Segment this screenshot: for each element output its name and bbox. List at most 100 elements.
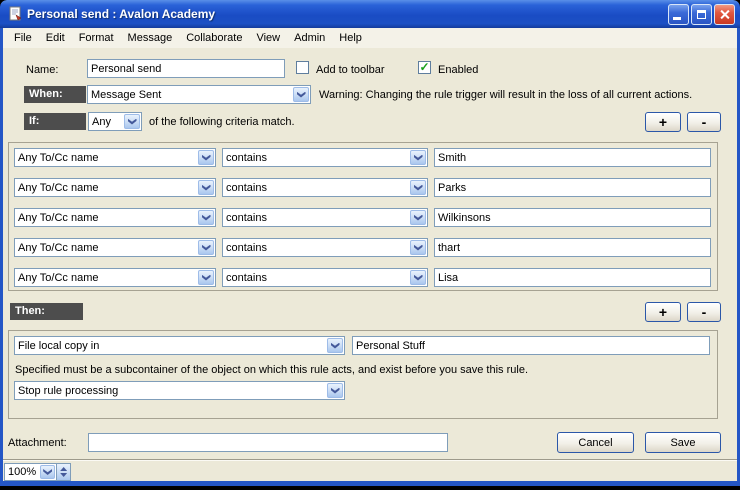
criteria-row: Any To/Cc name contains [9,208,717,228]
menu-bar: File Edit Format Message Collaborate Vie… [3,28,737,48]
add-to-toolbar-checkbox[interactable] [296,61,309,74]
zoom-stepper[interactable] [57,463,71,481]
zoom-level-value: 100% [5,466,39,478]
window-title: Personal send : Avalon Academy [27,7,215,21]
cancel-button[interactable]: Cancel [557,432,634,453]
then-remove-action-button[interactable]: - [687,302,721,322]
action-value: File local copy in [18,340,326,352]
criteria-field-value: Any To/Cc name [18,182,197,194]
criteria-row: Any To/Cc name contains [9,178,717,198]
criteria-value-input[interactable] [434,148,711,167]
next-action-value: Stop rule processing [18,385,326,397]
criteria-operator-select[interactable]: contains [222,148,428,167]
menu-format[interactable]: Format [72,30,121,46]
criteria-field-value: Any To/Cc name [18,242,197,254]
criteria-row: Any To/Cc name contains [9,148,717,168]
chevron-down-icon [327,338,343,353]
menu-view[interactable]: View [249,30,287,46]
menu-edit[interactable]: Edit [39,30,72,46]
maximize-icon [697,10,706,19]
minimize-button[interactable] [668,4,689,25]
criteria-value-input[interactable] [434,178,711,197]
minimize-icon [673,17,681,20]
statusbar-divider-highlight [3,460,737,461]
menu-message[interactable]: Message [121,30,180,46]
chevron-down-icon [124,114,140,129]
when-label: When: [24,86,86,103]
action-select[interactable]: File local copy in [14,336,345,355]
if-match-select[interactable]: Any [88,112,142,131]
window-controls [668,4,735,25]
criteria-operator-select[interactable]: contains [222,268,428,287]
chevron-down-icon [327,383,343,398]
app-icon [7,6,23,22]
arrow-down-icon [60,473,67,477]
criteria-field-value: Any To/Cc name [18,152,197,164]
chevron-down-icon [410,150,426,165]
criteria-value-input[interactable] [434,208,711,227]
criteria-operator-select[interactable]: contains [222,238,428,257]
criteria-field-select[interactable]: Any To/Cc name [14,238,216,257]
attachment-input[interactable] [88,433,448,452]
criteria-field-select[interactable]: Any To/Cc name [14,148,216,167]
when-warning-text: Warning: Changing the rule trigger will … [319,89,692,101]
when-trigger-select[interactable]: Message Sent [87,85,311,104]
menu-collaborate[interactable]: Collaborate [179,30,249,46]
criteria-field-value: Any To/Cc name [18,212,197,224]
chevron-down-icon [40,465,55,479]
maximize-button[interactable] [691,4,712,25]
save-button[interactable]: Save [645,432,721,453]
enabled-checkbox[interactable] [418,61,431,74]
menu-help[interactable]: Help [332,30,369,46]
zoom-level-select[interactable]: 100% [4,463,57,481]
chevron-down-icon [410,270,426,285]
chevron-down-icon [198,270,214,285]
rule-editor-window: Personal send : Avalon Academy File Edit… [0,0,740,490]
criteria-row: Any To/Cc name contains [9,238,717,258]
next-action-select[interactable]: Stop rule processing [14,381,345,400]
criteria-field-value: Any To/Cc name [18,272,197,284]
name-input[interactable] [87,59,285,78]
criteria-field-select[interactable]: Any To/Cc name [14,178,216,197]
name-label: Name: [26,64,58,76]
chevron-down-icon [410,240,426,255]
criteria-value-input[interactable] [434,238,711,257]
chevron-down-icon [410,210,426,225]
attachment-label: Attachment: [8,437,67,449]
if-add-criteria-button[interactable]: + [645,112,681,132]
criteria-operator-value: contains [226,182,409,194]
then-label: Then: [10,303,83,320]
criteria-operator-select[interactable]: contains [222,178,428,197]
menu-admin[interactable]: Admin [287,30,332,46]
actions-group: File local copy in Specified must be a s… [8,330,718,419]
criteria-operator-value: contains [226,152,409,164]
zoom-control: 100% [4,463,71,481]
chevron-down-icon [198,180,214,195]
criteria-field-select[interactable]: Any To/Cc name [14,268,216,287]
if-remove-criteria-button[interactable]: - [687,112,721,132]
criteria-operator-value: contains [226,212,409,224]
arrow-up-icon [60,467,67,471]
menu-file[interactable]: File [7,30,39,46]
window-border-left [0,28,3,481]
chevron-down-icon [293,87,309,102]
if-suffix-text: of the following criteria match. [149,116,295,128]
then-add-action-button[interactable]: + [645,302,681,322]
if-label: If: [24,113,86,130]
screen-edge [0,486,740,490]
chevron-down-icon [198,240,214,255]
close-button[interactable] [714,4,735,25]
criteria-value-input[interactable] [434,268,711,287]
criteria-row: Any To/Cc name contains [9,268,717,288]
enabled-label: Enabled [438,64,478,76]
criteria-operator-select[interactable]: contains [222,208,428,227]
chevron-down-icon [198,150,214,165]
chevron-down-icon [410,180,426,195]
close-icon [719,9,730,20]
titlebar[interactable]: Personal send : Avalon Academy [0,0,740,28]
action-target-input[interactable] [352,336,710,355]
criteria-operator-value: contains [226,272,409,284]
add-to-toolbar-label: Add to toolbar [316,64,385,76]
criteria-field-select[interactable]: Any To/Cc name [14,208,216,227]
chevron-down-icon [198,210,214,225]
